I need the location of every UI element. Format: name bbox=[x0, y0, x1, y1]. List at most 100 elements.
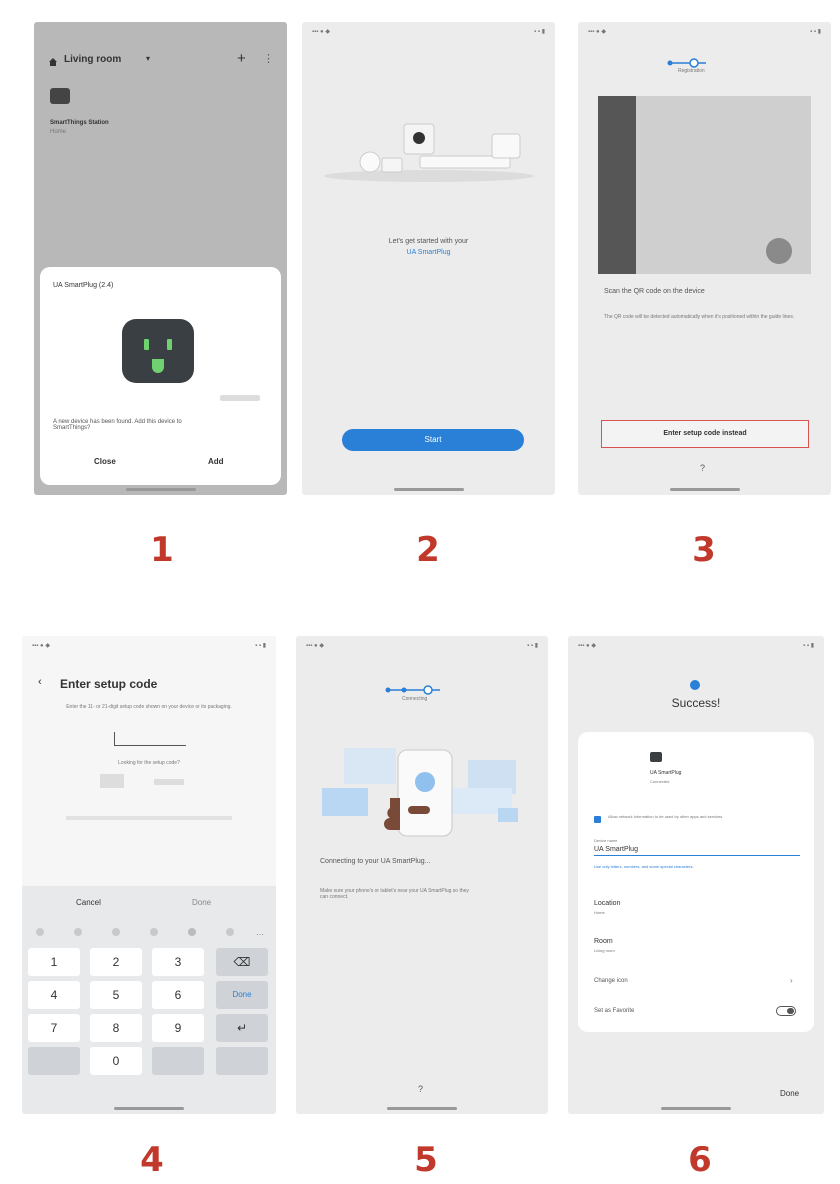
progress-indicator bbox=[384, 682, 444, 695]
station-icon bbox=[50, 88, 70, 104]
key-1[interactable]: 1 bbox=[28, 948, 80, 976]
done-button[interactable]: Done bbox=[192, 898, 211, 907]
sheet-title: UA SmartPlug (2.4) bbox=[53, 282, 114, 289]
page-title: Enter setup code bbox=[60, 677, 158, 691]
done-button[interactable]: Done bbox=[780, 1089, 799, 1098]
screen-5-connecting: ▪▪▪ ● ◆ ▪ ▪ ▮ Connecting Connecting to yo… bbox=[296, 636, 548, 1114]
device-name-label: Device name bbox=[594, 838, 618, 843]
device-link[interactable]: UA SmartPlug bbox=[302, 249, 555, 256]
device-found-sheet: UA SmartPlug (2.4) A new device has been… bbox=[40, 267, 281, 485]
screen-6-success: ▪▪▪ ● ◆ ▪ ▪ ▮ Success! UA SmartPlug Conne… bbox=[568, 636, 824, 1114]
network-checkbox-text: Allow network information to be used by … bbox=[608, 814, 724, 819]
device-room: Home bbox=[50, 129, 67, 135]
device-name-field[interactable]: UA SmartPlug bbox=[594, 846, 800, 856]
change-icon-row[interactable]: Change icon bbox=[594, 978, 628, 984]
device-name[interactable]: SmartThings Station bbox=[50, 120, 109, 126]
scan-title: Scan the QR code on the device bbox=[604, 288, 705, 295]
smartplug-icon bbox=[122, 319, 194, 383]
key-2[interactable]: 2 bbox=[90, 948, 142, 976]
chevron-down-icon[interactable]: ▾ bbox=[146, 54, 150, 63]
room-label[interactable]: Room bbox=[594, 938, 613, 945]
device-status: Connected bbox=[650, 779, 670, 784]
intro-text: Let's get started with your bbox=[388, 238, 469, 245]
camera-viewfinder bbox=[598, 96, 811, 274]
key-4[interactable]: 4 bbox=[28, 981, 80, 1009]
add-icon[interactable]: + bbox=[237, 50, 246, 67]
key-6[interactable]: 6 bbox=[152, 981, 204, 1009]
instructions: Enter the 11- or 21-digit setup code sho… bbox=[66, 704, 232, 710]
status-bar: ▪▪▪ ● ◆ ▪ ▪ ▮ bbox=[32, 643, 266, 649]
toolbar-icons: … bbox=[34, 924, 264, 937]
blank-key-right bbox=[216, 1047, 268, 1075]
key-0[interactable]: 0 bbox=[90, 1047, 142, 1075]
progress-indicator bbox=[666, 55, 716, 68]
keyboard: Cancel Done … 1 2 3 ⌫ 4 5 6 Done 7 8 9 ↵… bbox=[22, 886, 276, 1114]
flash-icon[interactable] bbox=[766, 238, 792, 264]
enter-code-button[interactable]: Enter setup code instead bbox=[601, 420, 809, 448]
step-5-number: 5 bbox=[414, 1140, 438, 1180]
status-bar: ▪▪▪ ● ◆ ▪ ▪ ▮ bbox=[312, 29, 545, 35]
success-title: Success! bbox=[671, 696, 721, 710]
svg-text:…: … bbox=[256, 928, 264, 937]
device-settings-card: UA SmartPlug Connected Allow network inf… bbox=[578, 732, 814, 1032]
step-2-number: 2 bbox=[416, 530, 440, 570]
screen-1-device-found: Living room ▾ + ⋮ SmartThings Station Ho… bbox=[34, 22, 287, 495]
step-1-number: 1 bbox=[150, 530, 174, 570]
home-indicator bbox=[114, 1107, 184, 1110]
home-indicator bbox=[661, 1107, 731, 1110]
sample-label-a bbox=[100, 774, 124, 788]
help-icon[interactable]: ? bbox=[418, 1084, 423, 1094]
progress-label: Connecting bbox=[402, 696, 428, 702]
backspace-key[interactable]: ⌫ bbox=[216, 948, 268, 976]
start-button[interactable]: Start bbox=[342, 429, 524, 451]
key-9[interactable]: 9 bbox=[152, 1014, 204, 1042]
setup-code-input[interactable] bbox=[114, 732, 186, 746]
step-3-number: 3 bbox=[692, 530, 716, 570]
key-5[interactable]: 5 bbox=[90, 981, 142, 1009]
devices-illustration bbox=[322, 110, 537, 190]
add-button[interactable]: Add bbox=[208, 457, 224, 466]
more-icon[interactable]: ⋮ bbox=[263, 52, 274, 65]
key-3[interactable]: 3 bbox=[152, 948, 204, 976]
connecting-illustration bbox=[316, 732, 531, 842]
help-icon[interactable]: ? bbox=[700, 463, 705, 473]
enter-code-label: Enter setup code instead bbox=[663, 430, 747, 437]
add-question: A new device has been found. Add this de… bbox=[53, 419, 182, 431]
step-4-number: 4 bbox=[140, 1140, 164, 1180]
close-button[interactable]: Close bbox=[94, 457, 116, 466]
location-title[interactable]: Living room bbox=[64, 54, 121, 65]
setup-code-hint[interactable]: Looking for the setup code? bbox=[22, 760, 276, 766]
viewfinder-frame bbox=[598, 96, 636, 274]
success-icon bbox=[690, 680, 700, 690]
connecting-note: Make sure your phone's or tablet's near … bbox=[320, 888, 469, 900]
blank-key-mid bbox=[152, 1047, 204, 1075]
device-name-note: Use only letters, numbers, and some spec… bbox=[594, 864, 694, 869]
done-key[interactable]: Done bbox=[216, 981, 268, 1009]
room-value: Living room bbox=[594, 948, 615, 953]
scan-help: The QR code will be detected automatical… bbox=[604, 314, 795, 320]
signal-indicator bbox=[220, 395, 260, 401]
location-value: Home bbox=[594, 910, 605, 915]
enter-key[interactable]: ↵ bbox=[216, 1014, 268, 1042]
location-label[interactable]: Location bbox=[594, 900, 620, 907]
key-8[interactable]: 8 bbox=[90, 1014, 142, 1042]
connecting-text: Connecting to your UA SmartPlug... bbox=[320, 858, 431, 865]
plug-icon bbox=[650, 752, 662, 762]
sample-label-b bbox=[154, 779, 184, 785]
status-bar: ▪▪▪ ● ◆ ▪ ▪ ▮ bbox=[306, 643, 538, 649]
home-icon bbox=[48, 54, 58, 66]
toggle-knob bbox=[787, 1008, 794, 1014]
back-icon[interactable]: ‹ bbox=[38, 676, 42, 688]
chevron-right-icon[interactable]: › bbox=[790, 976, 793, 985]
screen-3-scan-qr: ▪▪▪ ● ◆ ▪ ▪ ▮ Registration Scan the QR co… bbox=[578, 22, 831, 495]
status-bar: ▪▪▪ ● ◆ ▪ ▪ ▮ bbox=[588, 29, 821, 35]
key-7[interactable]: 7 bbox=[28, 1014, 80, 1042]
progress-label: Registration bbox=[678, 68, 705, 74]
home-indicator bbox=[669, 488, 740, 491]
screen-4-enter-code: ▪▪▪ ● ◆ ▪ ▪ ▮ ‹ Enter setup code Enter th… bbox=[22, 636, 276, 1114]
favorite-toggle[interactable] bbox=[776, 1006, 796, 1016]
screen-2-get-started: ▪▪▪ ● ◆ ▪ ▪ ▮ Let's get started with your… bbox=[302, 22, 555, 495]
cancel-button[interactable]: Cancel bbox=[76, 898, 101, 907]
step-6-number: 6 bbox=[688, 1140, 712, 1180]
network-checkbox[interactable] bbox=[594, 816, 601, 823]
